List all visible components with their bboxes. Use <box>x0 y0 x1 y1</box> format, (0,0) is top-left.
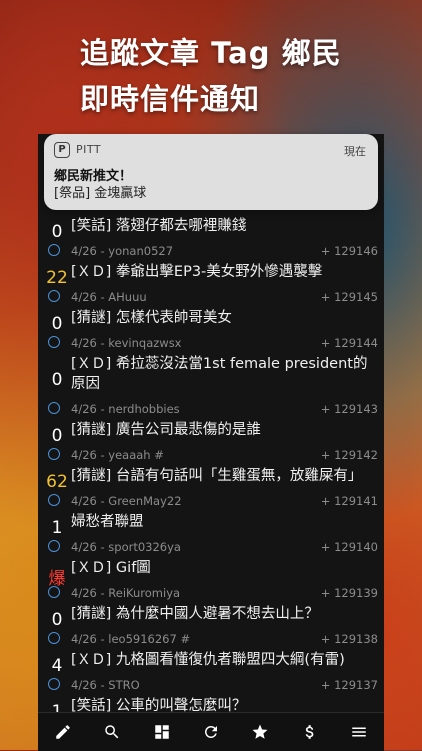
unread-circle-icon <box>48 494 60 506</box>
post-number: + 129137 <box>320 678 378 692</box>
promo-headline: 追蹤文章 Tag 鄉民 即時信件通知 <box>80 30 342 122</box>
push-count: 22 <box>46 268 68 288</box>
unread-circle-icon <box>48 632 60 644</box>
favorite-star-icon[interactable] <box>246 718 274 746</box>
push-count: 62 <box>46 472 68 492</box>
post-number: + 129144 <box>320 336 378 350</box>
menu-icon[interactable] <box>345 718 373 746</box>
unread-circle-icon <box>48 586 60 598</box>
unread-circle-icon <box>48 290 60 302</box>
post-meta: 4/26 - leo5916267 # <box>71 632 191 646</box>
post-meta: 4/26 - STRO <box>71 678 140 692</box>
post-title: 婦愁者聯盟 <box>71 514 144 530</box>
unread-circle-icon <box>48 336 60 348</box>
list-item[interactable]: 1 婦愁者聯盟 4/26 - sport0326ya + 129140 <box>38 510 384 556</box>
post-number: + 129140 <box>320 540 378 554</box>
list-item[interactable]: 0 [猜謎] 怎樣代表帥哥美女 4/26 - kevinqazwsx + 129… <box>38 306 384 352</box>
headline-line-1: 追蹤文章 Tag 鄉民 <box>80 36 342 70</box>
push-count: 0 <box>51 370 63 390</box>
post-number: + 129138 <box>320 632 378 646</box>
post-number: + 129142 <box>320 448 378 462</box>
post-meta: 4/26 - GreenMay22 <box>71 494 182 508</box>
list-item[interactable]: 22 [ＸＤ] 拳爺出擊EP3-美女野外慘遇襲擊 4/26 - AHuuu + … <box>38 260 384 306</box>
post-title: [猜謎] 廣告公司最悲傷的是誰 <box>71 422 261 438</box>
list-item[interactable]: 0 [猜謎] 為什麼中國人避暑不想去山上？ 4/26 - leo5916267 … <box>38 602 384 648</box>
push-count: 0 <box>51 222 63 242</box>
push-count: 1 <box>51 518 63 538</box>
post-title: [猜謎] 為什麼中國人避暑不想去山上？ <box>71 606 319 622</box>
push-count: 爆 <box>48 569 66 589</box>
notification-app-name: PITT <box>76 143 102 156</box>
push-count: 0 <box>51 426 63 446</box>
unread-circle-icon <box>48 540 60 552</box>
dollar-icon[interactable] <box>296 718 324 746</box>
post-title: [ＸＤ] 希拉蕊沒法當1st female president的原因 <box>71 356 368 392</box>
phone-screen: 0 [笑話] 落翅仔都去哪裡賺錢 4/26 - yonan0527 + 1291… <box>38 134 384 750</box>
post-number: + 129139 <box>320 586 378 600</box>
board-grid-icon[interactable] <box>148 718 176 746</box>
post-title: [猜謎] 台語有句話叫「生雞蛋無，放雞屎有」 <box>71 468 363 484</box>
post-title: [ＸＤ] Gif圖 <box>71 560 151 576</box>
post-meta: 4/26 - yeaaah # <box>71 448 164 462</box>
post-meta: 4/26 - sport0326ya <box>71 540 181 554</box>
notification-time: 現在 <box>344 145 366 158</box>
list-item[interactable]: 0 [ＸＤ] 希拉蕊沒法當1st female president的原因 4/2… <box>38 352 384 418</box>
list-item[interactable]: 62 [猜謎] 台語有句話叫「生雞蛋無，放雞屎有」 4/26 - GreenMa… <box>38 464 384 510</box>
post-number: + 129143 <box>320 402 378 416</box>
compose-icon[interactable] <box>49 718 77 746</box>
push-count: 0 <box>51 314 63 334</box>
push-notification[interactable]: P PITT 現在 鄉民新推文！ [祭品] 金塊贏球 <box>44 134 378 210</box>
list-item[interactable]: 0 [笑話] 落翅仔都去哪裡賺錢 4/26 - yonan0527 + 1291… <box>38 214 384 260</box>
list-item[interactable]: 4 [ＸＤ] 九格圖看懂復仇者聯盟四大綱(有雷) 4/26 - STRO + 1… <box>38 648 384 694</box>
headline-line-2: 即時信件通知 <box>80 82 261 116</box>
list-item[interactable]: 0 [猜謎] 廣告公司最悲傷的是誰 4/26 - yeaaah # + 1291… <box>38 418 384 464</box>
post-meta: 4/26 - kevinqazwsx <box>71 336 182 350</box>
post-meta: 4/26 - nerdhobbies <box>71 402 180 416</box>
post-list: 0 [笑話] 落翅仔都去哪裡賺錢 4/26 - yonan0527 + 1291… <box>38 214 384 740</box>
post-meta: 4/26 - AHuuu <box>71 290 147 304</box>
notification-body: [祭品] 金塊贏球 <box>54 186 147 201</box>
post-number: + 129145 <box>320 290 378 304</box>
bottom-toolbar <box>38 712 384 751</box>
refresh-icon[interactable] <box>197 718 225 746</box>
search-icon[interactable] <box>98 718 126 746</box>
pitt-app-icon: P <box>54 142 70 158</box>
post-meta: 4/26 - yonan0527 <box>71 244 174 258</box>
post-number: + 129141 <box>320 494 378 508</box>
push-count: 4 <box>51 656 63 676</box>
unread-circle-icon <box>48 448 60 460</box>
post-number: + 129146 <box>320 244 378 258</box>
post-meta: 4/26 - ReiKuromiya <box>71 586 181 600</box>
unread-circle-icon <box>48 402 60 414</box>
post-title: [笑話] 落翅仔都去哪裡賺錢 <box>71 218 247 234</box>
post-title: [ＸＤ] 九格圖看懂復仇者聯盟四大綱(有雷) <box>71 652 345 668</box>
push-count: 0 <box>51 610 63 630</box>
post-title: [猜謎] 怎樣代表帥哥美女 <box>71 310 232 326</box>
unread-circle-icon <box>48 678 60 690</box>
unread-circle-icon <box>48 244 60 256</box>
list-item[interactable]: 爆 [ＸＤ] Gif圖 4/26 - ReiKuromiya + 129139 <box>38 556 384 602</box>
post-title: [ＸＤ] 拳爺出擊EP3-美女野外慘遇襲擊 <box>71 264 323 280</box>
